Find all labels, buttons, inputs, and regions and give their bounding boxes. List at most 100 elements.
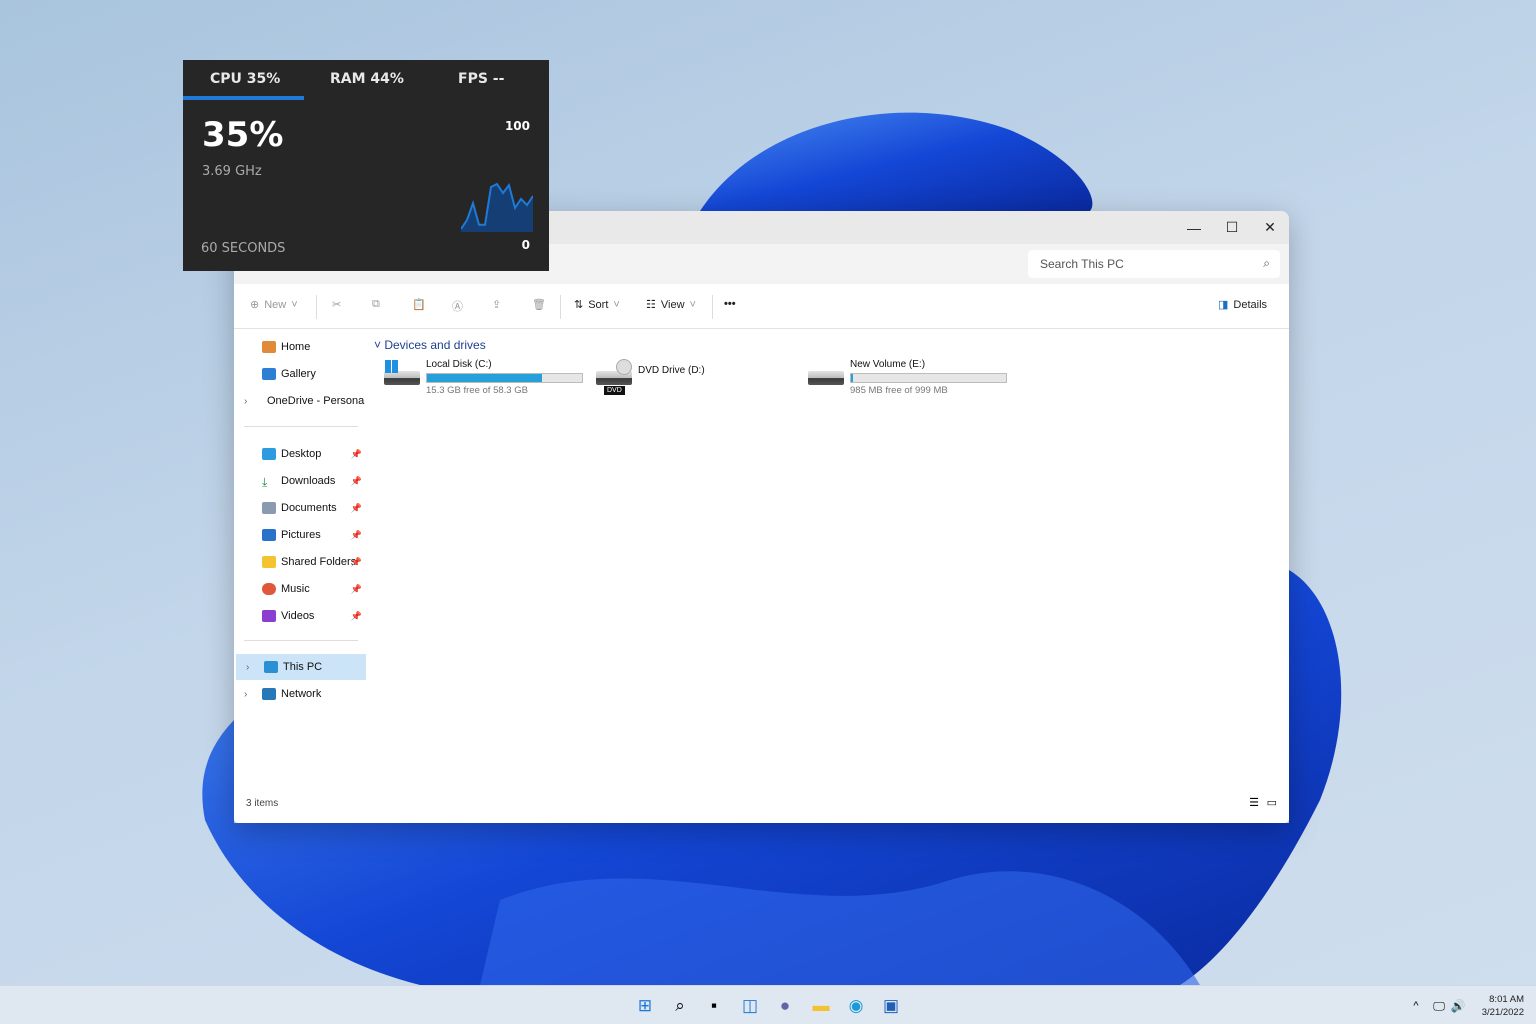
- new-label: New: [264, 298, 287, 311]
- content-area: ˅ Devices and drives Local Disk (C:) 15.…: [370, 329, 1289, 789]
- document-icon: [262, 502, 276, 514]
- dvd-badge: DVD: [604, 386, 625, 395]
- view-button[interactable]: ☷ View ˅: [646, 298, 696, 312]
- scissors-icon: ✂: [332, 299, 342, 311]
- tab-cpu[interactable]: CPU 35%: [210, 71, 280, 87]
- sidebar-item-pictures[interactable]: Pictures 📌: [234, 522, 364, 548]
- sidebar-item-music[interactable]: Music 📌: [234, 576, 364, 602]
- label: This PC: [283, 661, 323, 673]
- pin-icon[interactable]: 📌: [351, 476, 362, 487]
- navigation-pane: Home Gallery › OneDrive - Persona Desktop…: [234, 329, 367, 789]
- search-icon: ⌕: [1263, 256, 1270, 270]
- cut-button[interactable]: ✂: [332, 298, 341, 311]
- disc-icon: [616, 359, 632, 375]
- details-view-icon[interactable]: ☰: [1249, 796, 1259, 809]
- chevron-down-icon: ˅: [291, 298, 298, 311]
- search-input[interactable]: Search This PC ⌕: [1028, 250, 1280, 278]
- tab-ram[interactable]: RAM 44%: [330, 71, 404, 87]
- chevron-up-icon[interactable]: ^: [1405, 995, 1427, 1017]
- sidebar-item-downloads[interactable]: ⤓ Downloads 📌: [234, 468, 364, 494]
- search-icon[interactable]: ⌕: [669, 995, 691, 1017]
- divider: [316, 295, 317, 319]
- maximize-button[interactable]: ☐: [1213, 211, 1251, 244]
- taskbar: ⊞ ⌕ ▪ ◫ ● ▬ ◉ ▣ ^ 🖵 🔊 8:01 AM 3/21/2022: [0, 985, 1536, 1024]
- drive-e[interactable]: New Volume (E:) 985 MB free of 999 MB: [808, 359, 1018, 399]
- section-header[interactable]: ˅ Devices and drives: [374, 338, 486, 352]
- chevron-right-icon[interactable]: ›: [244, 689, 247, 700]
- close-button[interactable]: ✕: [1251, 211, 1289, 244]
- download-icon: ⤓: [262, 475, 268, 489]
- paste-button[interactable]: 📋: [412, 298, 426, 311]
- drive-name: DVD Drive (D:): [638, 365, 705, 376]
- pin-icon[interactable]: 📌: [351, 449, 362, 460]
- copy-button[interactable]: ⧉: [372, 298, 380, 311]
- share-button[interactable]: ⇪: [492, 298, 501, 311]
- drive-free: 15.3 GB free of 58.3 GB: [426, 385, 528, 396]
- sort-button[interactable]: ⇅ Sort ˅: [574, 298, 620, 312]
- chevron-down-icon: ˅: [613, 298, 620, 311]
- details-button[interactable]: ◨ Details: [1218, 298, 1267, 312]
- delete-button[interactable]: 🗑: [532, 298, 546, 311]
- pin-icon[interactable]: 📌: [351, 584, 362, 595]
- pin-icon[interactable]: 📌: [351, 503, 362, 514]
- pin-icon[interactable]: 📌: [351, 557, 362, 568]
- label: OneDrive - Persona: [267, 395, 365, 407]
- start-icon[interactable]: ⊞: [634, 995, 656, 1017]
- sort-icon: ⇅: [574, 299, 584, 311]
- clock[interactable]: 8:01 AM 3/21/2022: [1476, 993, 1524, 1019]
- drive-name: Local Disk (C:): [426, 359, 492, 370]
- sidebar-item-gallery[interactable]: Gallery: [234, 361, 364, 387]
- chevron-right-icon[interactable]: ›: [244, 396, 247, 407]
- chevron-right-icon[interactable]: ›: [246, 662, 249, 673]
- cpu-frequency: 3.69 GHz: [202, 164, 262, 179]
- pin-icon[interactable]: 📌: [351, 530, 362, 541]
- store-icon[interactable]: ▣: [880, 995, 902, 1017]
- gallery-icon: [262, 368, 276, 380]
- more-button[interactable]: •••: [724, 298, 736, 310]
- paste-icon: 📋: [412, 299, 426, 311]
- hard-drive-icon: [808, 371, 844, 385]
- drive-d[interactable]: DVD DVD Drive (D:): [596, 359, 806, 399]
- widgets-icon[interactable]: ◫: [739, 995, 761, 1017]
- plus-icon: ⊕: [250, 299, 260, 311]
- pin-icon[interactable]: 📌: [351, 611, 362, 622]
- label: Videos: [281, 610, 315, 622]
- view-icon: ☷: [646, 299, 656, 311]
- performance-widget: CPU 35% RAM 44% FPS -- 35% 3.69 GHz 100 …: [183, 60, 549, 271]
- task-view-icon[interactable]: ▪: [703, 995, 725, 1017]
- sidebar-item-home[interactable]: Home: [234, 334, 364, 360]
- volume-icon[interactable]: 🔊: [1447, 995, 1469, 1017]
- tiles-view-icon[interactable]: ▭: [1267, 796, 1277, 809]
- sidebar-item-shared-folders[interactable]: Shared Folders 📌: [234, 549, 364, 575]
- tab-fps[interactable]: FPS --: [458, 71, 504, 87]
- time: 8:01 AM: [1489, 994, 1524, 1005]
- drive-c[interactable]: Local Disk (C:) 15.3 GB free of 58.3 GB: [384, 359, 594, 399]
- divider: [712, 295, 713, 319]
- rename-icon: Ⓐ: [452, 301, 463, 313]
- details-pane-icon: ◨: [1218, 299, 1229, 311]
- file-explorer-window: — ☐ ✕ Search This PC ⌕ ⊕ New ˅ ✂ ⧉ 📋 Ⓐ ⇪ 🗑 …: [234, 211, 1289, 823]
- cpu-value: 35%: [202, 115, 284, 155]
- label: Documents: [281, 502, 337, 514]
- file-explorer-icon[interactable]: ▬: [810, 995, 832, 1017]
- new-button[interactable]: ⊕ New ˅: [250, 298, 298, 312]
- sidebar-item-documents[interactable]: Documents 📌: [234, 495, 364, 521]
- graph-duration-label: 60 SECONDS: [201, 241, 286, 256]
- label: Music: [281, 583, 310, 595]
- sidebar-item-network[interactable]: › Network: [234, 681, 364, 707]
- sidebar-item-onedrive[interactable]: › OneDrive - Persona: [234, 388, 364, 414]
- rename-button[interactable]: Ⓐ: [452, 298, 463, 314]
- sidebar-item-desktop[interactable]: Desktop 📌: [234, 441, 364, 467]
- minimize-button[interactable]: —: [1175, 211, 1213, 244]
- active-tab-indicator: [183, 96, 304, 100]
- music-icon: [262, 583, 276, 595]
- chat-icon[interactable]: ●: [774, 995, 796, 1017]
- divider: [244, 426, 358, 427]
- sidebar-item-this-pc[interactable]: › This PC: [236, 654, 366, 680]
- chevron-down-icon: ˅: [374, 338, 385, 352]
- label: Desktop: [281, 448, 322, 460]
- sidebar-item-videos[interactable]: Videos 📌: [234, 603, 364, 629]
- edge-icon[interactable]: ◉: [845, 995, 867, 1017]
- label: Shared Folders: [281, 556, 357, 568]
- copy-icon: ⧉: [372, 298, 380, 310]
